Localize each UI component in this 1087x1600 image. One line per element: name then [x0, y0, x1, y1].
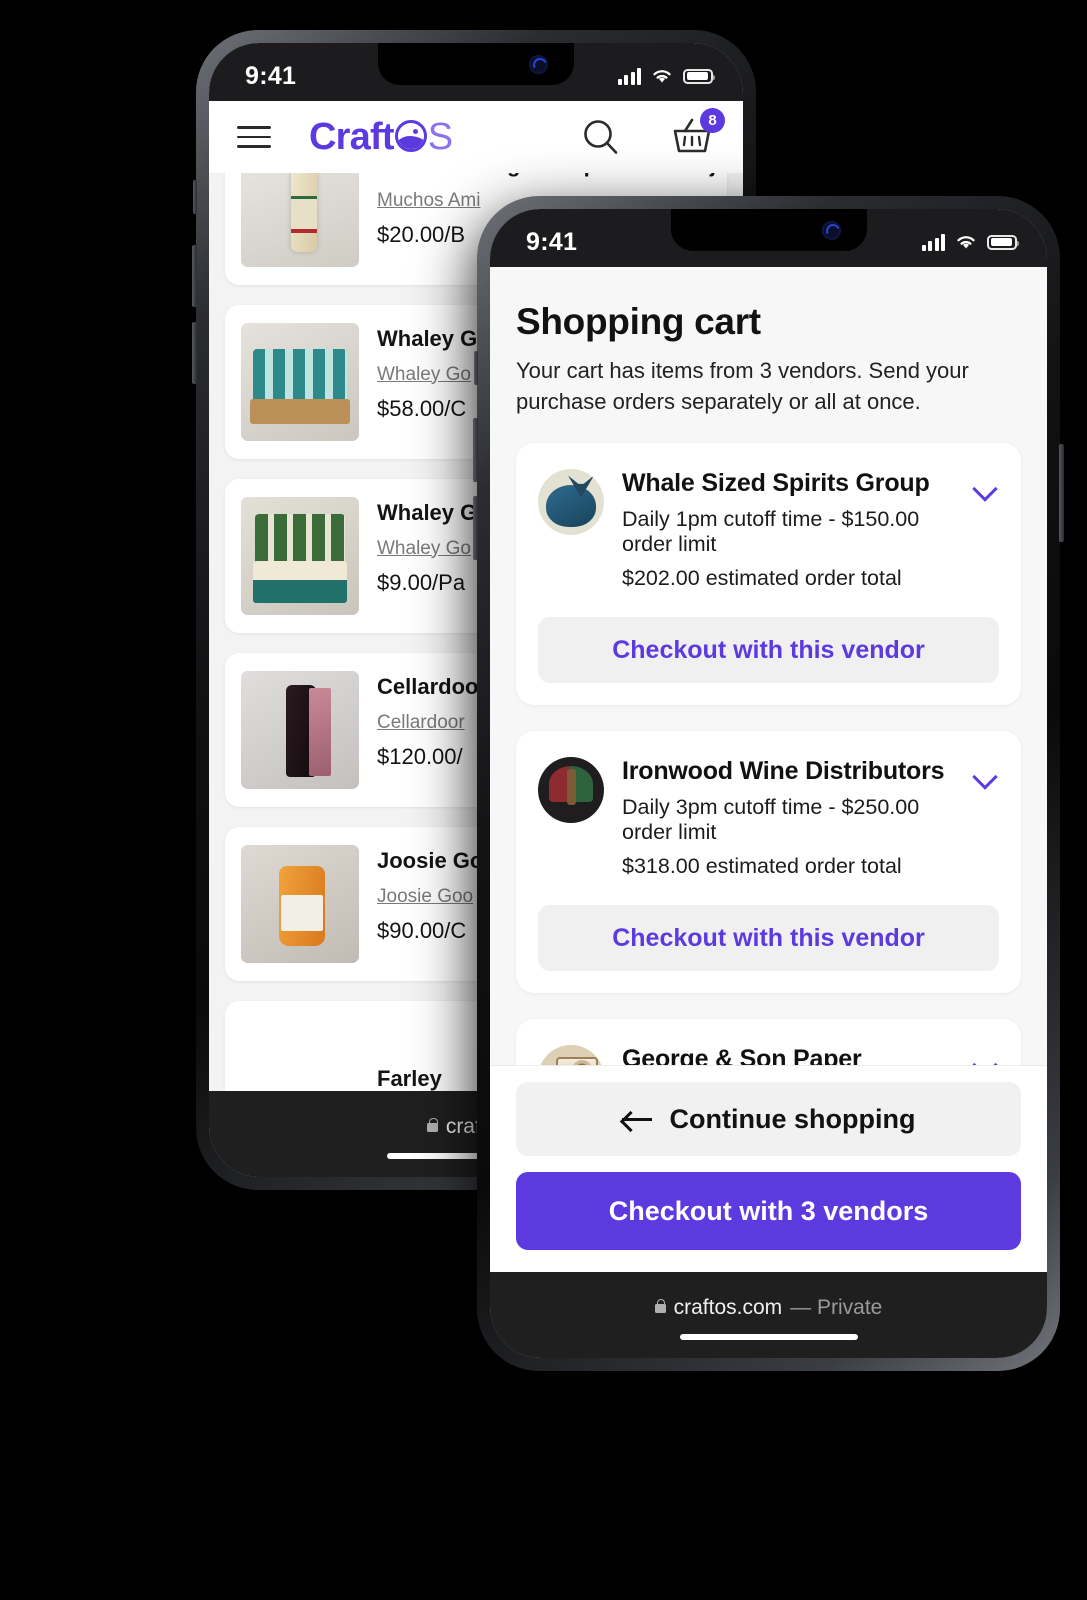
vendor-order-total: $202.00 estimated order total: [622, 566, 902, 591]
cart-count-badge: 8: [700, 108, 725, 133]
status-time: 9:41: [526, 227, 578, 256]
product-thumbnail: [241, 323, 359, 441]
vendor-details: Ironwood Wine Distributors Daily 3pm cut…: [622, 757, 955, 879]
status-bar-front: 9:41: [490, 209, 1047, 267]
phone-front-screen-area: 9:41 Shopping cart Your cart has items f…: [490, 209, 1047, 1358]
wifi-icon: [653, 70, 671, 83]
vendor-card: Ironwood Wine Distributors Daily 3pm cut…: [516, 731, 1021, 994]
home-indicator[interactable]: [679, 1334, 858, 1340]
front-camera-icon: [821, 221, 841, 240]
cellular-signal-icon: [617, 67, 641, 85]
safari-url-front[interactable]: craftos.com — Private: [654, 1296, 883, 1320]
notch: [378, 43, 574, 85]
screenshot-stage: 9:41 Craft S 8 Muchos Ami $20.00/B Whale…: [0, 0, 1087, 1600]
checkout-vendor-button[interactable]: Checkout with this vendor: [538, 905, 999, 972]
cart-action-bar: Continue shopping Checkout with 3 vendor…: [490, 1065, 1047, 1272]
safari-domain: craftos.com: [673, 1296, 783, 1319]
continue-shopping-label: Continue shopping: [669, 1103, 916, 1134]
arrow-left-icon: [621, 1110, 652, 1129]
chevron-down-icon[interactable]: [973, 763, 999, 789]
product-thumbnail: [241, 497, 359, 615]
mute-switch[interactable]: [474, 351, 478, 385]
chevron-down-icon[interactable]: [973, 1051, 999, 1065]
vendor-cutoff: Daily 1pm cutoff time - $150.00 order li…: [622, 507, 920, 557]
power-button[interactable]: [1059, 444, 1064, 542]
vendor-name: Whale Sized Spirits Group: [622, 469, 930, 498]
notch: [670, 209, 867, 251]
volume-up-button[interactable]: [192, 245, 197, 307]
shopping-basket-icon[interactable]: 8: [669, 108, 725, 158]
safari-private-label: — Private: [790, 1296, 883, 1319]
lock-icon: [426, 1117, 438, 1132]
paper-roll-logo-icon: [538, 1045, 604, 1065]
vendor-card: Whale Sized Spirits Group Daily 1pm cuto…: [516, 443, 1021, 706]
product-title: Muchos Amigos Tequila Co Anejo 80 - 750m…: [377, 173, 743, 180]
product-thumbnail: [241, 845, 359, 963]
app-header-back: Craft S 8: [209, 101, 743, 173]
shopping-cart-page: Shopping cart Your cart has items from 3…: [490, 267, 1047, 1272]
volume-up-button[interactable]: [473, 418, 478, 482]
vendor-cutoff: Daily 3pm cutoff time - $250.00 order li…: [622, 795, 920, 845]
vendor-details: Whale Sized Spirits Group Daily 1pm cuto…: [622, 469, 955, 591]
vendor-header: George & Son Paper Distribution Friday 1…: [538, 1045, 999, 1065]
logo-text-craft: Craft: [309, 115, 394, 158]
cart-scroll-area[interactable]: Shopping cart Your cart has items from 3…: [490, 267, 1047, 1065]
volume-down-button[interactable]: [192, 322, 197, 384]
checkout-vendor-button[interactable]: Checkout with this vendor: [538, 617, 999, 684]
craftos-logo[interactable]: Craft S: [309, 115, 453, 159]
whale-tail-logo-icon: [538, 469, 604, 536]
product-thumbnail: [241, 671, 359, 789]
search-icon[interactable]: [579, 115, 623, 159]
battery-icon: [683, 68, 715, 84]
mute-switch[interactable]: [193, 180, 197, 214]
vendor-card: George & Son Paper Distribution Friday 1…: [516, 1019, 1021, 1065]
vendor-name: Ironwood Wine Distributors: [622, 757, 945, 786]
chevron-down-icon[interactable]: [973, 475, 999, 501]
battery-icon: [987, 234, 1019, 250]
continue-shopping-button[interactable]: Continue shopping: [516, 1082, 1021, 1156]
cellular-signal-icon: [921, 233, 945, 251]
volume-down-button[interactable]: [473, 496, 478, 560]
vendor-header: Whale Sized Spirits Group Daily 1pm cuto…: [538, 469, 999, 591]
ironwood-bottle-logo-icon: [538, 757, 604, 824]
o-whale-icon: [394, 119, 427, 152]
vendor-header: Ironwood Wine Distributors Daily 3pm cut…: [538, 757, 999, 879]
status-bar-back: 9:41: [209, 43, 743, 101]
lock-icon: [654, 1298, 666, 1313]
safari-bottom-bar-front: craftos.com — Private: [490, 1272, 1047, 1358]
status-indicators: [921, 233, 1019, 251]
vendor-details: George & Son Paper Distribution Friday 1…: [622, 1045, 955, 1065]
product-thumbnail: [241, 173, 359, 267]
vendor-name: George & Son Paper Distribution: [622, 1045, 862, 1065]
page-subtitle: Your cart has items from 3 vendors. Send…: [516, 358, 969, 415]
hamburger-menu-icon[interactable]: [237, 119, 271, 155]
status-indicators: [617, 67, 715, 85]
logo-text-s: S: [427, 115, 453, 158]
page-title: Shopping cart: [516, 301, 761, 342]
wifi-icon: [957, 236, 975, 249]
vendor-order-total: $318.00 estimated order total: [622, 854, 902, 879]
phone-front-device: 9:41 Shopping cart Your cart has items f…: [473, 196, 1064, 1371]
front-camera-icon: [529, 55, 548, 74]
phone-front-screen: 9:41 Shopping cart Your cart has items f…: [490, 209, 1047, 1358]
checkout-all-vendors-button[interactable]: Checkout with 3 vendors: [516, 1172, 1021, 1250]
status-time: 9:41: [245, 61, 297, 90]
